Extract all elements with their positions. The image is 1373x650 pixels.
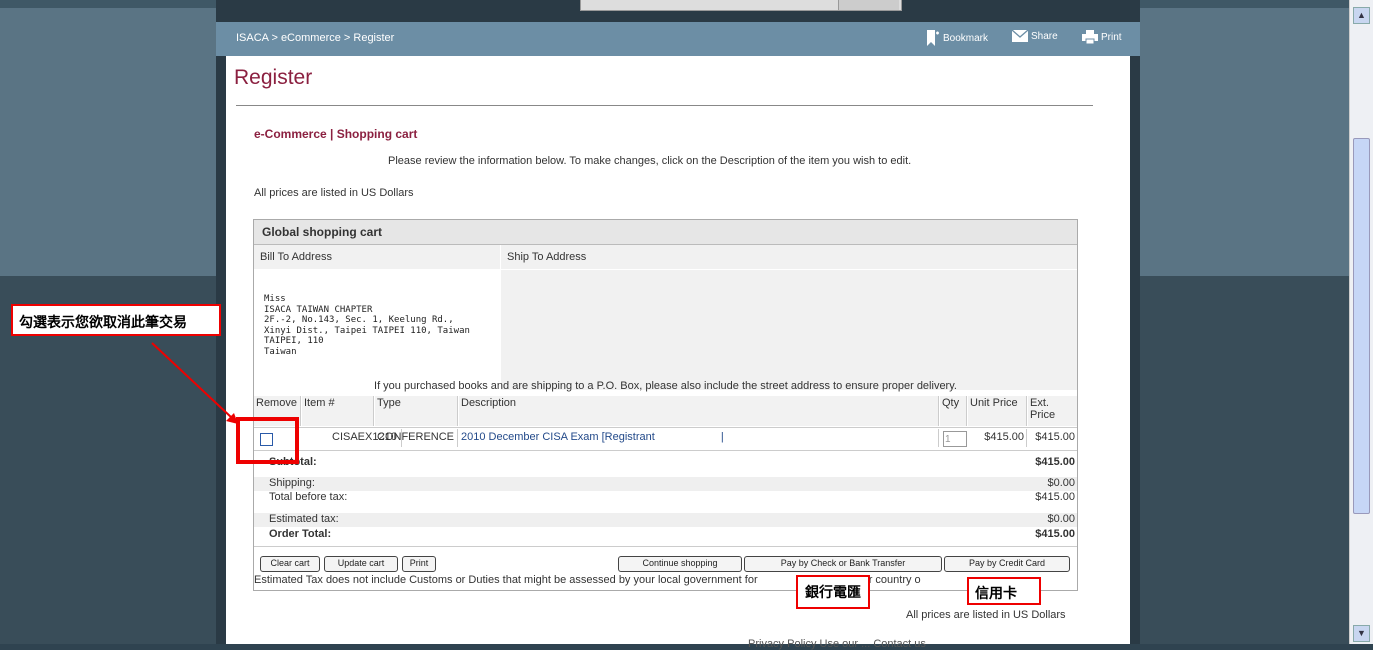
scroll-up-icon[interactable]: ▲ xyxy=(1353,7,1370,24)
annotation-checkbox-highlight xyxy=(236,417,299,464)
scrollbar-thumb[interactable] xyxy=(1353,138,1370,514)
annotation-arrow xyxy=(151,342,238,424)
scroll-down-icon[interactable]: ▼ xyxy=(1353,625,1370,642)
vertical-scrollbar[interactable]: ▲ ▼ xyxy=(1349,0,1373,644)
annotation-bank-transfer: 銀行電匯 xyxy=(796,575,870,609)
annotation-credit-card: 信用卡 xyxy=(967,577,1041,605)
